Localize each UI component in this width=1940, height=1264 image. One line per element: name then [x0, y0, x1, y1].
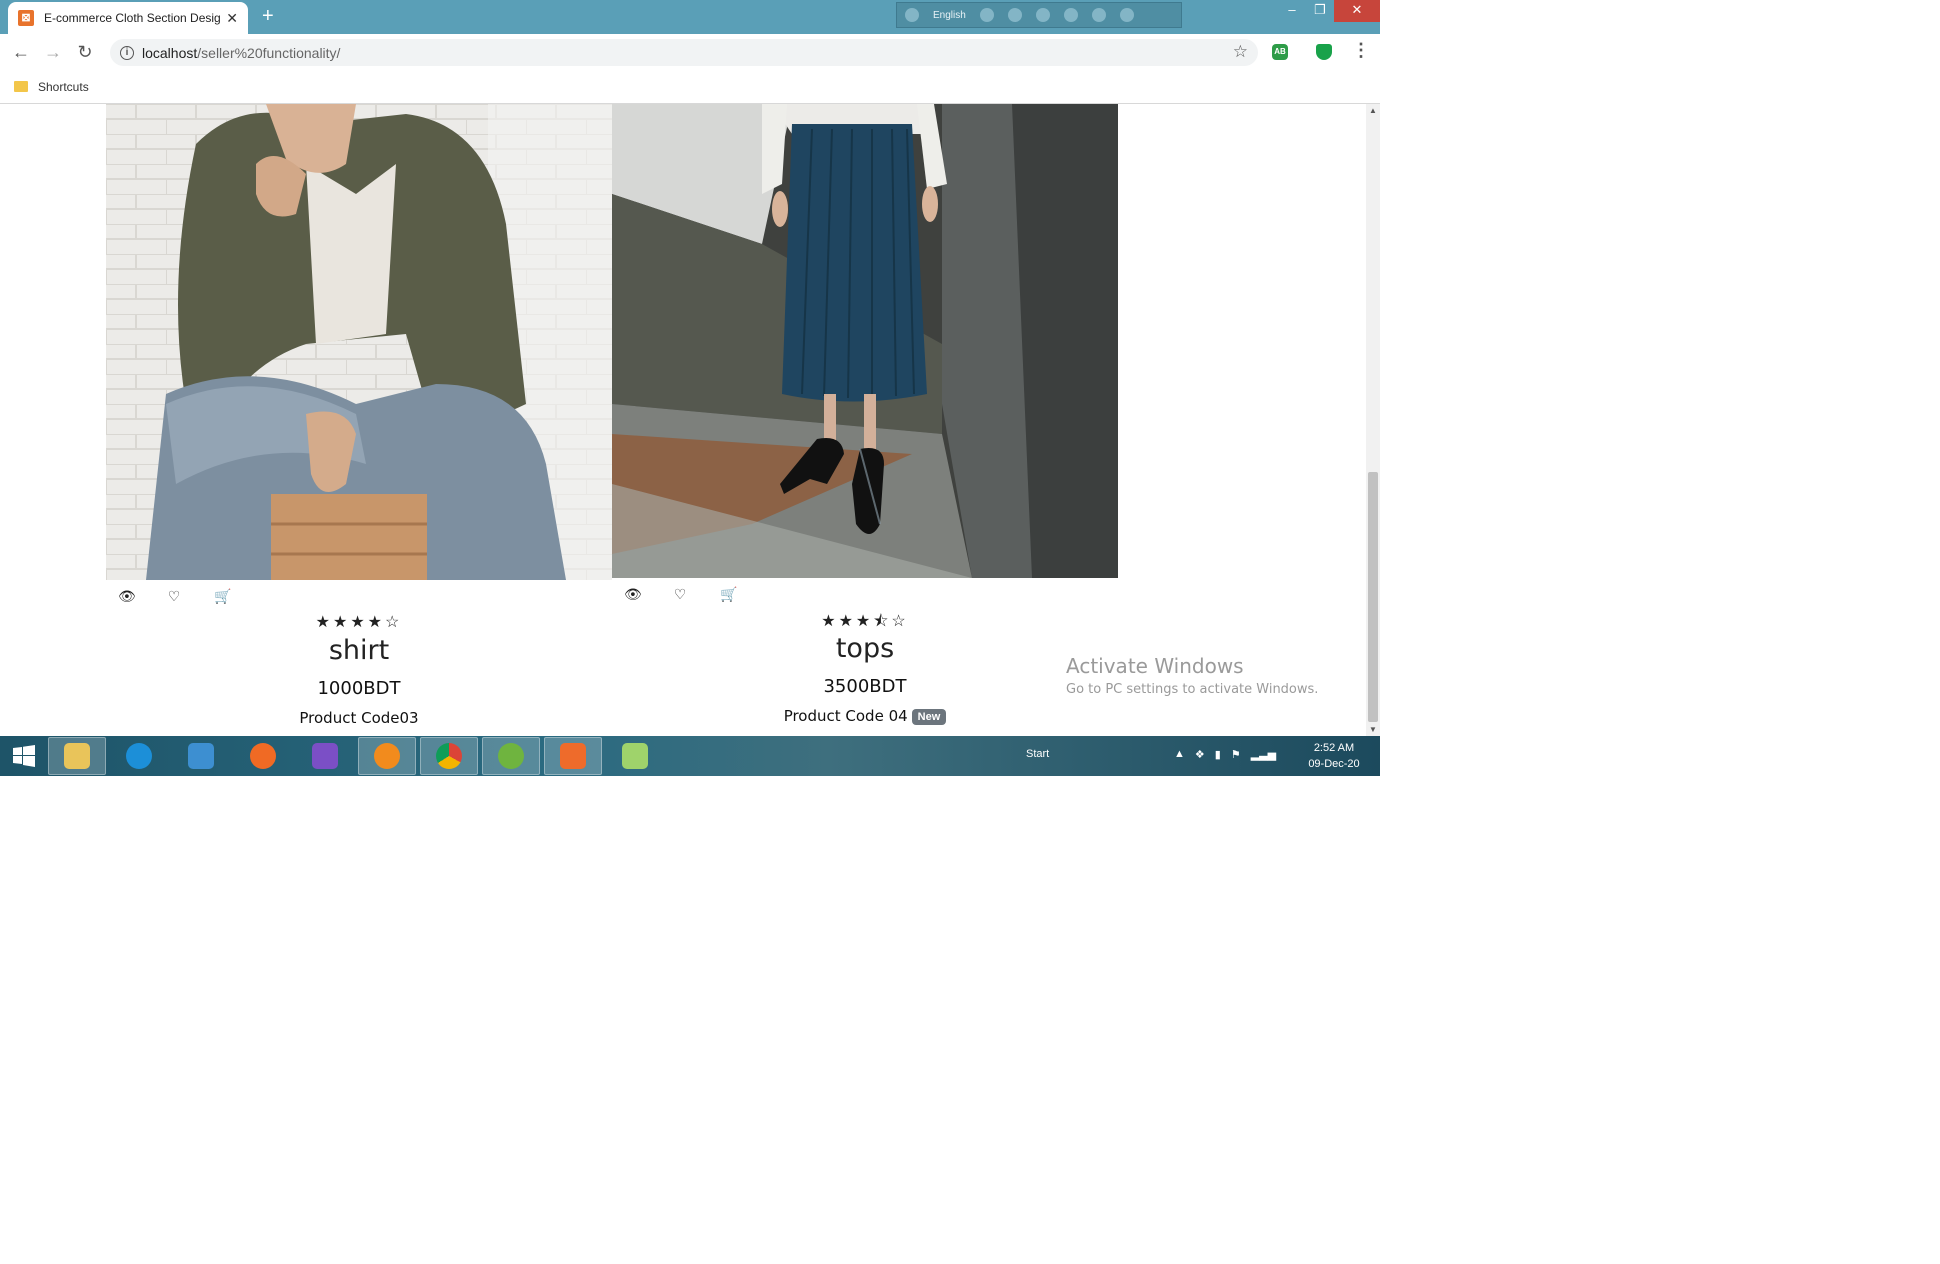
tray-expand-icon[interactable]: ▲ [1174, 748, 1185, 761]
product-code-text: Product Code 04 [783, 707, 908, 725]
product-name: shirt [328, 635, 390, 666]
taskbar-chrome[interactable] [420, 737, 478, 775]
cart-icon[interactable]: 🛒 [720, 586, 737, 603]
product-price: 1000BDT [317, 678, 401, 699]
product-image[interactable] [612, 104, 1118, 578]
scroll-down-icon[interactable]: ▼ [1369, 725, 1377, 734]
taskbar-xampp[interactable] [544, 737, 602, 775]
url-host: localhost [142, 44, 198, 61]
chrome-icon [436, 743, 462, 769]
product-code: Product Code 04 New [612, 707, 1118, 725]
power-icon[interactable]: ▮ [1215, 748, 1221, 761]
new-badge: New [911, 708, 947, 725]
scroll-up-icon[interactable]: ▲ [1369, 106, 1377, 115]
flag-icon[interactable]: ⚑ [1231, 748, 1241, 761]
window-controls: – ❐ ✕ [1278, 0, 1380, 22]
bookmarks-bar: Shortcuts [0, 70, 1380, 104]
restore-icon[interactable]: ❐ [1306, 0, 1334, 22]
taskbar-remote-desktop[interactable] [172, 737, 230, 775]
browser-toolbar: ← → ↻ i localhost/seller%20functionality… [0, 34, 1380, 70]
taskbar-visual-studio[interactable] [296, 737, 354, 775]
shield-extension-icon[interactable] [1316, 44, 1332, 60]
scrollbar-thumb[interactable] [1368, 472, 1378, 722]
xampp-icon [560, 743, 586, 769]
more-menu-icon[interactable]: ⋮ [1352, 40, 1370, 61]
taskbar-clock[interactable]: 2:52 AM 09-Dec-20 [1294, 740, 1374, 772]
heart-icon[interactable]: ♡ [672, 586, 688, 603]
taskbar-start-label[interactable]: Start [1026, 748, 1049, 760]
file-explorer-icon [64, 743, 90, 769]
language-bar[interactable]: English [896, 2, 1182, 28]
close-window-icon[interactable]: ✕ [1334, 0, 1380, 22]
eye-icon[interactable]: 👁 [118, 588, 136, 605]
url-text[interactable]: localhost/seller%20functionality/ [142, 45, 340, 61]
clock-time: 2:52 AM [1313, 742, 1355, 754]
info-icon[interactable] [1119, 8, 1134, 22]
address-bar[interactable]: i localhost/seller%20functionality/ ☆ [110, 39, 1258, 66]
help-icon[interactable] [1091, 8, 1106, 22]
new-tab-icon[interactable]: + [262, 6, 274, 26]
watermark-subtitle: Go to PC settings to activate Windows. [1066, 682, 1319, 697]
visual-studio-icon [312, 743, 338, 769]
remote-desktop-icon [188, 743, 214, 769]
forward-arrow-icon[interactable]: → [38, 42, 68, 63]
signal-icon[interactable]: ▂▃▅ [1251, 748, 1276, 761]
windows-logo-icon [13, 745, 35, 767]
reload-icon[interactable]: ↻ [70, 42, 100, 63]
taskbar-internet-explorer[interactable] [110, 737, 168, 775]
bookmark-shortcuts[interactable]: Shortcuts [38, 80, 89, 94]
product-image[interactable] [106, 104, 612, 580]
tab-title: E-commerce Cloth Section Desig [44, 11, 221, 25]
tab-close-icon[interactable]: ✕ [226, 10, 238, 27]
site-info-icon[interactable]: i [120, 45, 134, 60]
heart-icon[interactable]: ♡ [166, 588, 182, 605]
gear-icon[interactable] [1035, 8, 1050, 22]
ime-icon[interactable] [905, 8, 919, 22]
taskbar-firefox[interactable] [234, 737, 292, 775]
product-code-text: Product Code03 [299, 709, 419, 727]
url-path: /seller%20functionality/ [197, 44, 341, 61]
product-card: 👁 ♡ 🛒 ★★★⯪☆ tops 3500BDT Product Code 04… [612, 104, 1118, 736]
taskbar-file-explorer[interactable] [48, 737, 106, 775]
activate-windows-watermark: Activate Windows Go to PC settings to ac… [1066, 654, 1318, 697]
product-actions: 👁 ♡ 🛒 [118, 588, 231, 605]
back-arrow-icon[interactable]: ← [6, 42, 36, 63]
page-scrollbar[interactable]: ▲ ▼ [1366, 104, 1380, 736]
taskbar-notepad[interactable] [606, 737, 664, 775]
product-actions: 👁 ♡ 🛒 [624, 586, 737, 603]
taskbar-settings-app[interactable] [358, 737, 416, 775]
keyboard-icon[interactable] [979, 8, 994, 22]
browser-tab[interactable]: ⊠ E-commerce Cloth Section Desig ✕ [8, 2, 248, 34]
system-tray: ▲ ❖ ▮ ⚑ ▂▃▅ [1174, 748, 1276, 761]
browser-titlebar: ⊠ E-commerce Cloth Section Desig ✕ + Eng… [0, 0, 1380, 34]
windows-taskbar: Start ▲ ❖ ▮ ⚑ ▂▃▅ 2:52 AM 09-Dec-20 [0, 736, 1380, 776]
folder-icon [14, 81, 28, 92]
ie-icon[interactable] [1063, 8, 1078, 22]
cart-icon[interactable]: 🛒 [214, 588, 231, 605]
dropbox-icon[interactable]: ❖ [1195, 748, 1205, 761]
notepad-icon [622, 743, 648, 769]
bookmark-star-icon[interactable]: ☆ [1233, 42, 1248, 62]
desktop-screen: ⊠ E-commerce Cloth Section Desig ✕ + Eng… [0, 0, 1380, 776]
internet-explorer-icon [126, 743, 152, 769]
xampp-icon: ⊠ [18, 10, 34, 26]
product-price: 3500BDT [823, 676, 907, 697]
clock-date: 09-Dec-20 [1308, 758, 1360, 770]
taskbar-utorrent[interactable] [482, 737, 540, 775]
rating-stars: ★★★★☆ [315, 614, 403, 631]
windows-start-button[interactable] [0, 736, 48, 776]
language-label[interactable]: English [933, 10, 966, 21]
product-code: Product Code03 [106, 709, 612, 727]
adblock-extension-icon[interactable]: AB [1272, 44, 1288, 60]
page-content: 👁 ♡ 🛒 ★★★★☆ shirt 1000BDT Product Code03 [0, 104, 1366, 736]
settings-app-icon [374, 743, 400, 769]
eye-icon[interactable]: 👁 [624, 586, 642, 603]
watermark-title: Activate Windows [1066, 654, 1244, 678]
minimize-icon[interactable]: – [1278, 0, 1306, 22]
firefox-icon [250, 743, 276, 769]
product-card: 👁 ♡ 🛒 ★★★★☆ shirt 1000BDT Product Code03 [106, 104, 612, 736]
product-name: tops [835, 633, 895, 664]
pen-icon[interactable] [1007, 8, 1022, 22]
utorrent-icon [498, 743, 524, 769]
